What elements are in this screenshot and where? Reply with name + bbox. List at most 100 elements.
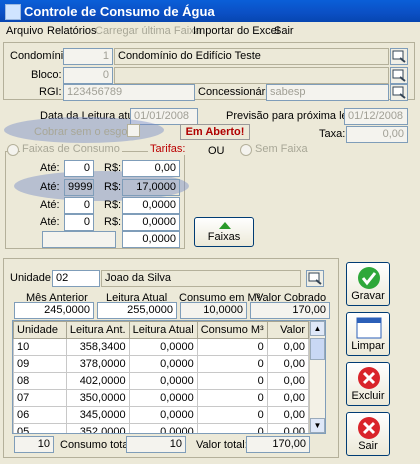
col-unidade[interactable]: Unidade xyxy=(13,321,67,339)
ate-field-3[interactable]: 0 xyxy=(64,197,94,214)
table-row[interactable]: 10 358,3400 0,0000 0 0,00 xyxy=(13,338,310,356)
table-scrollbar[interactable]: ▲ ▼ xyxy=(309,321,325,433)
table-cell[interactable]: 0,00 xyxy=(266,389,310,407)
table-cell[interactable]: 352,0000 xyxy=(65,423,130,433)
table-row[interactable]: 09 378,0000 0,0000 0 0,00 xyxy=(13,355,310,373)
window-title: Controle de Consumo de Água xyxy=(24,4,215,19)
table-cell[interactable]: 0 xyxy=(196,338,268,356)
condominio-code-field[interactable]: 1 xyxy=(63,48,113,65)
bloco-name-field[interactable] xyxy=(114,67,389,84)
menu-carregar-ultima-faixa[interactable]: Carregar última Faixa xyxy=(95,25,201,37)
title-bar: Controle de Consumo de Água xyxy=(0,0,420,22)
search-condominio-button[interactable] xyxy=(390,48,408,65)
valor-field-4[interactable]: 0,0000 xyxy=(122,214,180,231)
faixas-button[interactable]: Faixas xyxy=(194,217,254,247)
limpar-button[interactable]: Limpar xyxy=(346,312,390,356)
valor-field-1[interactable]: 0,00 xyxy=(122,160,180,177)
window-icon xyxy=(356,317,382,339)
table-cell[interactable]: 10 xyxy=(13,338,67,356)
table-cell[interactable]: 0,00 xyxy=(266,372,310,390)
app-icon xyxy=(5,4,21,20)
sem-faixa-radio[interactable] xyxy=(240,144,252,156)
unidade-code-field[interactable]: 02 xyxy=(52,270,100,287)
table-cell[interactable]: 402,0000 xyxy=(65,372,130,390)
mes-anterior-field[interactable]: 245,0000 xyxy=(14,302,94,319)
menu-relatorios[interactable]: Relatórios xyxy=(47,25,97,37)
scroll-thumb[interactable] xyxy=(310,338,325,360)
col-leitura-atual[interactable]: Leitura Atual xyxy=(128,321,198,339)
rs-label-2: R$: xyxy=(104,181,122,193)
table-cell[interactable]: 358,3400 xyxy=(65,338,130,356)
table-row[interactable]: 06 345,0000 0,0000 0 0,00 xyxy=(13,406,310,424)
table-cell[interactable]: 0,0000 xyxy=(128,355,198,373)
ate-label-3: Até: xyxy=(40,199,60,211)
search-concessionaria-button[interactable] xyxy=(390,84,408,101)
table-cell[interactable]: 0,0000 xyxy=(128,389,198,407)
unidade-name-field[interactable]: Joao da Silva xyxy=(101,270,301,287)
search-unidade-button[interactable] xyxy=(306,270,324,287)
sair-button[interactable]: Sair xyxy=(346,412,390,456)
search-bloco-button[interactable] xyxy=(390,67,408,84)
table-cell[interactable]: 0,0000 xyxy=(128,372,198,390)
faixas-button-label: Faixas xyxy=(207,231,241,243)
table-cell[interactable]: 05 xyxy=(13,423,67,433)
previsao-field[interactable]: 01/12/2008 xyxy=(344,108,408,125)
col-consumo[interactable]: Consumo M³ xyxy=(196,321,268,339)
unidades-table: Unidade Leitura Ant. Leitura Atual Consu… xyxy=(13,321,310,433)
table-cell[interactable]: 09 xyxy=(13,355,67,373)
condominio-name-field[interactable]: Condomínio do Edifício Teste xyxy=(114,48,389,65)
table-row[interactable]: 07 350,0000 0,0000 0 0,00 xyxy=(13,389,310,407)
table-cell[interactable]: 0 xyxy=(196,423,268,433)
table-row[interactable]: 05 352,0000 0,0000 0 0,00 xyxy=(13,423,310,433)
valor-field-3[interactable]: 0,0000 xyxy=(122,197,180,214)
bloco-code-field[interactable]: 0 xyxy=(63,67,113,84)
valor-total-field: 170,00 xyxy=(246,436,310,453)
menu-importar-excel[interactable]: Importar do Excel xyxy=(193,25,279,37)
table-cell[interactable]: 06 xyxy=(13,406,67,424)
table-cell[interactable]: 0 xyxy=(196,389,268,407)
tarifas-label: Tarifas: xyxy=(148,143,188,155)
cobrar-checkbox[interactable] xyxy=(127,124,140,137)
table-cell[interactable]: 345,0000 xyxy=(65,406,130,424)
rgi-field[interactable]: 123456789 xyxy=(63,84,195,101)
ate-label-4: Até: xyxy=(40,216,60,228)
table-cell[interactable]: 0,0000 xyxy=(128,406,198,424)
faixas-radio[interactable] xyxy=(7,144,19,156)
ate-field-4[interactable]: 0 xyxy=(64,214,94,231)
sair-label: Sair xyxy=(358,440,378,452)
extra-field[interactable] xyxy=(42,231,116,248)
extra-valor-field[interactable]: 0,0000 xyxy=(122,231,180,248)
table-cell[interactable]: 0 xyxy=(196,406,268,424)
scroll-down-icon[interactable]: ▼ xyxy=(310,418,325,433)
menu-sair[interactable]: Sair xyxy=(274,25,294,37)
table-cell[interactable]: 0,00 xyxy=(266,423,310,433)
table-cell[interactable]: 0,0000 xyxy=(128,423,198,433)
table-cell[interactable]: 0,0000 xyxy=(128,338,198,356)
table-cell[interactable]: 0,00 xyxy=(266,338,310,356)
table-row[interactable]: 08 402,0000 0,0000 0 0,00 xyxy=(13,372,310,390)
table-cell[interactable]: 0,00 xyxy=(266,406,310,424)
table-cell[interactable]: 0 xyxy=(196,372,268,390)
concessionaria-field[interactable]: sabesp xyxy=(266,84,389,101)
ou-label: OU xyxy=(208,145,225,157)
leitura-atual-field[interactable]: 255,0000 xyxy=(97,302,177,319)
table-cell[interactable]: 08 xyxy=(13,372,67,390)
excluir-button[interactable]: Excluir xyxy=(346,362,390,406)
col-valor[interactable]: Valor xyxy=(266,321,310,339)
consumo-total-label: Consumo total: xyxy=(60,439,134,451)
taxa-field[interactable]: 0,00 xyxy=(346,126,408,143)
ate-field-2[interactable]: 9999 xyxy=(64,179,94,196)
ate-field-1[interactable]: 0 xyxy=(64,160,94,177)
valor-field-2[interactable]: 17,0000 xyxy=(122,179,180,196)
table-cell[interactable]: 07 xyxy=(13,389,67,407)
table-cell[interactable]: 350,0000 xyxy=(65,389,130,407)
table-cell[interactable]: 378,0000 xyxy=(65,355,130,373)
gravar-button[interactable]: Gravar xyxy=(346,262,390,306)
table-cell[interactable]: 0 xyxy=(196,355,268,373)
menu-arquivo[interactable]: Arquivo xyxy=(6,25,43,37)
scroll-up-icon[interactable]: ▲ xyxy=(310,321,325,336)
faixas-radio-label: Faixas de Consumo xyxy=(20,143,122,155)
table-cell[interactable]: 0,00 xyxy=(266,355,310,373)
limpar-label: Limpar xyxy=(351,340,385,352)
col-leitura-ant[interactable]: Leitura Ant. xyxy=(65,321,130,339)
